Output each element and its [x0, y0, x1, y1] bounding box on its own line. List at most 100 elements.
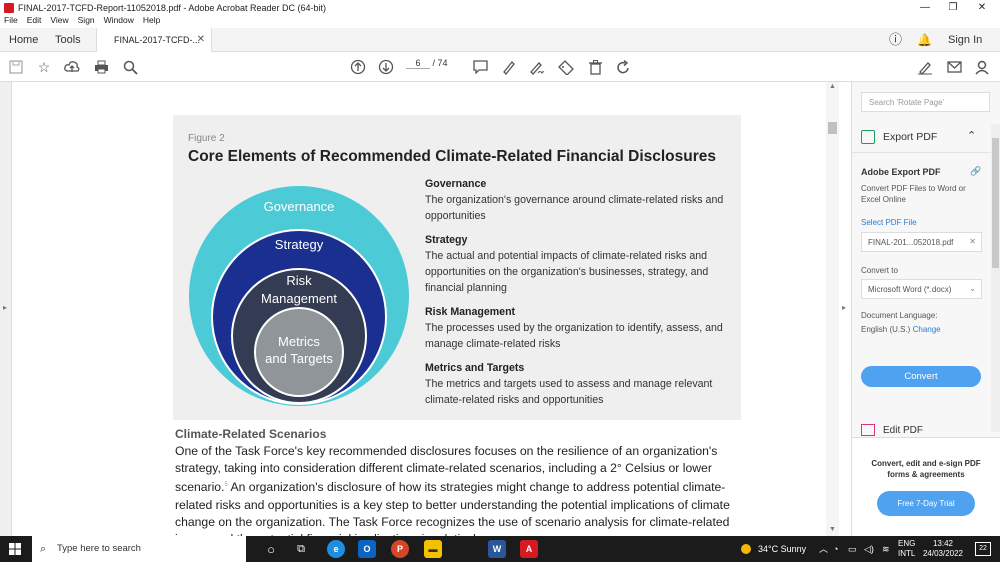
- definition-heading: Metrics and Targets: [425, 362, 525, 374]
- change-language-link[interactable]: Change: [913, 325, 941, 334]
- tab-home[interactable]: Home: [9, 28, 38, 52]
- tray-overflow-icon[interactable]: ︿: [819, 536, 828, 562]
- current-page-input[interactable]: 6: [406, 58, 430, 69]
- tab-document[interactable]: FINAL-2017-TCFD-... ✕: [96, 28, 212, 53]
- scrollbar-thumb[interactable]: [828, 122, 837, 134]
- lang-line-1: ENG: [898, 539, 916, 548]
- word-icon[interactable]: W: [488, 540, 506, 558]
- help-icon[interactable]: ⓘ: [889, 28, 902, 52]
- body-paragraph: One of the Task Force's key recommended …: [175, 443, 735, 536]
- tab-tools[interactable]: Tools: [55, 28, 81, 52]
- governance-ring-label: Governance: [264, 199, 335, 214]
- close-tab-icon[interactable]: ✕: [197, 28, 205, 52]
- risk-ring-label-1: Risk: [286, 273, 312, 288]
- promo-area: Convert, edit and e-sign PDF forms & agr…: [852, 437, 1000, 536]
- language-indicator[interactable]: ENG INTL: [898, 539, 915, 559]
- edit-pdf-label: Edit PDF: [883, 424, 924, 436]
- print-icon[interactable]: [91, 57, 111, 77]
- figure-label: Figure 2: [188, 133, 225, 144]
- taskbar-search-input[interactable]: ⌕ Type here to search: [32, 536, 246, 562]
- selected-file-name: FINAL-201...052018.pdf: [868, 238, 954, 247]
- strategy-ring-label: Strategy: [275, 237, 324, 252]
- weather-text[interactable]: 34°C Sunny: [758, 536, 806, 562]
- draw-sign-icon[interactable]: [527, 57, 547, 77]
- free-trial-button[interactable]: Free 7-Day Trial: [877, 491, 975, 516]
- select-file-label: Select PDF File: [861, 218, 917, 227]
- definition-heading: Risk Management: [425, 306, 516, 318]
- outlook-icon[interactable]: O: [358, 540, 376, 558]
- link-icon[interactable]: 🔗: [970, 166, 981, 177]
- export-pdf-header[interactable]: Export PDF: [861, 130, 937, 144]
- network-icon[interactable]: ◔: [833, 536, 838, 562]
- cortana-icon[interactable]: ○: [262, 540, 280, 558]
- previous-page-icon[interactable]: [348, 57, 368, 77]
- clock-date: 24/03/2022: [922, 549, 964, 558]
- menu-file[interactable]: File: [4, 15, 18, 28]
- stamp-icon[interactable]: [556, 57, 576, 77]
- rotate-icon[interactable]: [613, 57, 633, 77]
- windows-start-icon[interactable]: [9, 543, 21, 558]
- menu-window[interactable]: Window: [104, 15, 134, 28]
- volume-icon[interactable]: ◁): [864, 536, 874, 562]
- acrobat-taskbar-icon[interactable]: A: [520, 540, 538, 558]
- edge-icon[interactable]: e: [327, 540, 345, 558]
- document-tab-label: FINAL-2017-TCFD-...: [114, 35, 201, 45]
- wifi-icon[interactable]: ≋: [882, 536, 890, 562]
- menu-edit[interactable]: Edit: [27, 15, 42, 28]
- figure-title: Core Elements of Recommended Climate-Rel…: [188, 148, 717, 165]
- menu-view[interactable]: View: [50, 15, 68, 28]
- upload-cloud-icon[interactable]: [62, 57, 82, 77]
- definition-heading: Strategy: [425, 234, 468, 246]
- share-user-icon[interactable]: [972, 57, 992, 77]
- clock-time: 13:42: [932, 539, 954, 548]
- weather-sun-icon: [741, 544, 751, 554]
- definition-text: The organization's governance around cli…: [425, 194, 724, 222]
- menu-sign[interactable]: Sign: [78, 15, 95, 28]
- close-window-button[interactable]: ✕: [962, 0, 1000, 15]
- tools-pane-scrollbar[interactable]: [991, 124, 1000, 432]
- core-elements-diagram: Governance Strategy Risk Management Metr…: [189, 186, 409, 406]
- powerpoint-icon[interactable]: P: [391, 540, 409, 558]
- menu-help[interactable]: Help: [143, 15, 160, 28]
- document-scrollbar[interactable]: ▲ ▼: [826, 82, 839, 536]
- collapse-right-arrow-icon[interactable]: ▸: [842, 303, 846, 312]
- chevron-up-icon[interactable]: ⌃: [967, 129, 976, 142]
- bell-icon[interactable]: 🔔: [917, 28, 932, 52]
- notification-center-icon[interactable]: 22: [975, 542, 991, 556]
- definitions-list: Governance The organization's governance…: [425, 176, 735, 416]
- highlight-pen-icon[interactable]: [498, 57, 518, 77]
- notification-count: 22: [979, 545, 987, 552]
- next-page-icon[interactable]: [376, 57, 396, 77]
- save-icon[interactable]: [6, 57, 26, 77]
- tools-scrollbar-thumb[interactable]: [992, 138, 999, 268]
- fill-sign-icon[interactable]: [915, 57, 935, 77]
- sign-in-link[interactable]: Sign In: [948, 28, 982, 52]
- task-view-icon[interactable]: ⧉: [292, 540, 310, 558]
- definition-text: The metrics and targets used to assess a…: [425, 378, 713, 406]
- convert-button[interactable]: Convert: [861, 366, 981, 387]
- trash-icon[interactable]: [585, 57, 605, 77]
- export-pdf-icon: [861, 130, 875, 144]
- scroll-up-icon[interactable]: ▲: [829, 83, 836, 90]
- file-explorer-icon[interactable]: ▬: [424, 540, 442, 558]
- promo-text: Convert, edit and e-sign PDF forms & agr…: [871, 459, 981, 479]
- clock[interactable]: 13:42 24/03/2022: [922, 539, 964, 559]
- comment-icon[interactable]: [470, 57, 490, 77]
- risk-ring-label-2: Management: [261, 291, 337, 306]
- total-pages: / 74: [432, 58, 448, 68]
- convert-to-label: Convert to: [861, 266, 898, 275]
- selected-file-field[interactable]: FINAL-201...052018.pdf ✕: [861, 232, 982, 252]
- toolbar: ☆: [0, 52, 1000, 82]
- edit-pdf-icon: [861, 424, 875, 436]
- email-icon[interactable]: [944, 57, 964, 77]
- convert-to-select[interactable]: Microsoft Word (*.docx) ⌄: [861, 279, 982, 299]
- scroll-down-icon[interactable]: ▼: [829, 526, 836, 533]
- tools-search-input[interactable]: Search 'Rotate Page': [861, 92, 990, 112]
- remove-file-icon[interactable]: ✕: [969, 237, 976, 246]
- search-zoom-icon[interactable]: [120, 57, 140, 77]
- bookmark-star-icon[interactable]: ☆: [34, 57, 54, 77]
- expand-left-arrow-icon[interactable]: ▸: [3, 303, 7, 312]
- battery-icon[interactable]: ▭: [848, 536, 857, 562]
- paragraph-text-end: An organization's disclosure of how its …: [175, 480, 730, 536]
- edit-pdf-tool[interactable]: Edit PDF: [861, 424, 923, 436]
